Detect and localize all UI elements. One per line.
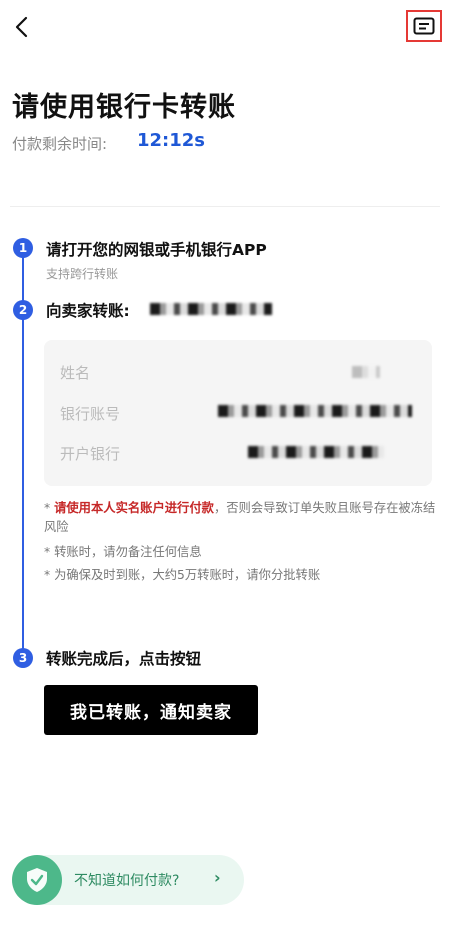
note-bullet: *: [44, 568, 51, 582]
divider: [10, 206, 440, 207]
chat-button[interactable]: [406, 10, 442, 42]
payment-help-text: 不知道如何付款?: [74, 873, 180, 889]
bank-name-redacted: [248, 446, 384, 458]
note-3-text: 为确保及时到账，大约5万转账时，请你分批转账: [54, 568, 321, 582]
name-label: 姓名: [60, 364, 91, 382]
step-1-text: 请打开您的网银或手机银行APP: [46, 241, 267, 259]
step-3-text: 转账完成后，点击按钮: [46, 650, 202, 668]
step-3-badge: 3: [13, 648, 33, 668]
account-number-redacted: [218, 405, 412, 417]
name-value-redacted: [352, 366, 380, 378]
message-icon: [413, 17, 435, 35]
chevron-left-icon: [15, 16, 28, 38]
step-2-text: 向卖家转账:: [46, 302, 130, 320]
note-bullet: *: [44, 501, 51, 515]
shield-check-icon-glyph: [27, 868, 47, 892]
timer-value: 12:12s: [137, 130, 206, 151]
warning-note-1: * 请使用本人实名账户进行付款，否则会导致订单失败且账号存在被冻结风险: [44, 499, 436, 537]
chevron-right-icon: ›: [214, 868, 221, 887]
shield-check-icon: [12, 855, 62, 905]
account-number-label: 银行账号: [60, 405, 121, 423]
note-2-text: 转账时，请勿备注任何信息: [54, 545, 202, 559]
confirm-transfer-button[interactable]: 我已转账，通知卖家: [44, 685, 258, 735]
bank-label: 开户银行: [60, 445, 121, 463]
warning-note-3: * 为确保及时到账，大约5万转账时，请你分批转账: [44, 566, 320, 585]
timer-label: 付款剩余时间:: [12, 135, 108, 153]
seller-name-redacted: [150, 303, 272, 315]
warning-note-2: * 转账时，请勿备注任何信息: [44, 543, 202, 562]
warning-highlight: 请使用本人实名账户进行付款: [54, 501, 214, 515]
note-bullet: *: [44, 545, 51, 559]
step-2-badge: 2: [13, 300, 33, 320]
step-1-badge: 1: [13, 238, 33, 258]
back-button[interactable]: [8, 10, 34, 44]
page-title: 请使用银行卡转账: [12, 92, 236, 123]
step-1-subtext: 支持跨行转账: [46, 267, 119, 281]
